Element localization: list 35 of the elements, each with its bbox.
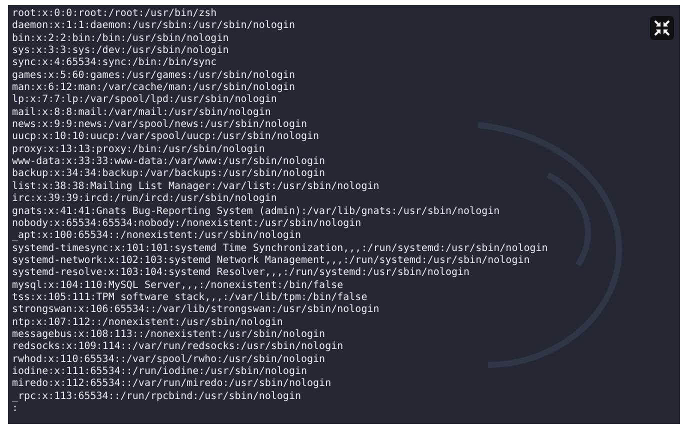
pager-prompt: : <box>12 403 18 416</box>
terminal-line: mysql:x:104:110:MySQL Server,,,:/nonexistent:/bin/false <box>12 280 344 292</box>
terminal-line: messagebus:x:108:113::/nonexistent:/usr/sbin/nologin <box>12 328 326 341</box>
terminal-line: gnats:x:41:41:Gnats Bug-Reporting System (admin):/var/lib/gnats:/usr/sbin/nologin <box>12 206 500 218</box>
terminal-line: _rpc:x:113:65534::/run/rpcbind:/usr/sbin/nologin <box>12 390 301 403</box>
terminal-line: backup:x:34:34:backup:/var/backups:/usr/sbin/nologin <box>12 168 326 181</box>
terminal-line: news:x:9:9:news:/var/spool/news:/usr/sbin/nologin <box>12 119 308 131</box>
terminal-line: nobody:x:65534:65534:nobody:/nonexistent:/usr/sbin/nologin <box>12 218 362 230</box>
terminal-line: redsocks:x:109:114::/var/run/redsocks:/usr/sbin/nologin <box>12 341 344 354</box>
terminal-line: tss:x:105:111:TPM software stack,,,:/var/lib/tpm:/bin/false <box>12 292 368 304</box>
terminal-line: lp:x:7:7:lp:/var/spool/lpd:/usr/sbin/nologin <box>12 94 277 107</box>
terminal-line: ntp:x:107:112::/nonexistent:/usr/sbin/nologin <box>12 316 283 329</box>
terminal-line: daemon:x:1:1:daemon:/usr/sbin:/usr/sbin/nologin <box>12 20 295 33</box>
terminal-line: bin:x:2:2:bin:/bin:/usr/sbin/nologin <box>12 32 229 45</box>
terminal-line: proxy:x:13:13:proxy:/bin:/usr/sbin/nologin <box>12 144 265 156</box>
terminal-line: sys:x:3:3:sys:/dev:/usr/sbin/nologin <box>12 45 229 57</box>
exit-fullscreen-button[interactable] <box>650 16 674 40</box>
terminal-line: iodine:x:111:65534::/run/iodine:/usr/sbin/nologin <box>12 366 308 378</box>
terminal-line: sync:x:4:65534:sync:/bin:/bin/sync <box>12 57 217 70</box>
terminal-line: mail:x:8:8:mail:/var/mail:/usr/sbin/nologin <box>12 106 271 119</box>
terminal-line: systemd-resolve:x:103:104:systemd Resolver,,,:/run/systemd:/usr/sbin/nologin <box>12 267 470 280</box>
terminal-line: list:x:38:38:Mailing List Manager:/var/list:/usr/sbin/nologin <box>12 180 380 193</box>
terminal-line: _apt:x:100:65534::/nonexistent:/usr/sbin/nologin <box>12 230 301 243</box>
terminal-line: miredo:x:112:65534::/var/run/miredo:/usr/sbin/nologin <box>12 378 332 391</box>
terminal-line: strongswan:x:106:65534::/var/lib/strongswan:/usr/sbin/nologin <box>12 304 380 317</box>
terminal-line: rwhod:x:110:65534::/var/spool/rwho:/usr/sbin/nologin <box>12 354 326 366</box>
terminal-line: games:x:5:60:games:/usr/games:/usr/sbin/nologin <box>12 70 295 82</box>
collapse-arrows-icon <box>654 20 670 36</box>
terminal-line: systemd-timesync:x:101:101:systemd Time Synchronization,,,:/run/systemd:/usr/sbin/nologin <box>12 242 548 255</box>
terminal-line: uucp:x:10:10:uucp:/var/spool/uucp:/usr/sbin/nologin <box>12 131 320 144</box>
terminal-line: root:x:0:0:root:/root:/usr/bin/zsh <box>12 8 217 20</box>
terminal-line: systemd-network:x:102:103:systemd Network Management,,,:/run/systemd:/usr/sbin/nologin <box>12 254 530 267</box>
terminal-line: man:x:6:12:man:/var/cache/man:/usr/sbin/nologin <box>12 82 295 94</box>
terminal-line: irc:x:39:39:ircd:/run/ircd:/usr/sbin/nologin <box>12 193 277 206</box>
terminal-line: www-data:x:33:33:www-data:/var/www:/usr/sbin/nologin <box>12 156 326 168</box>
